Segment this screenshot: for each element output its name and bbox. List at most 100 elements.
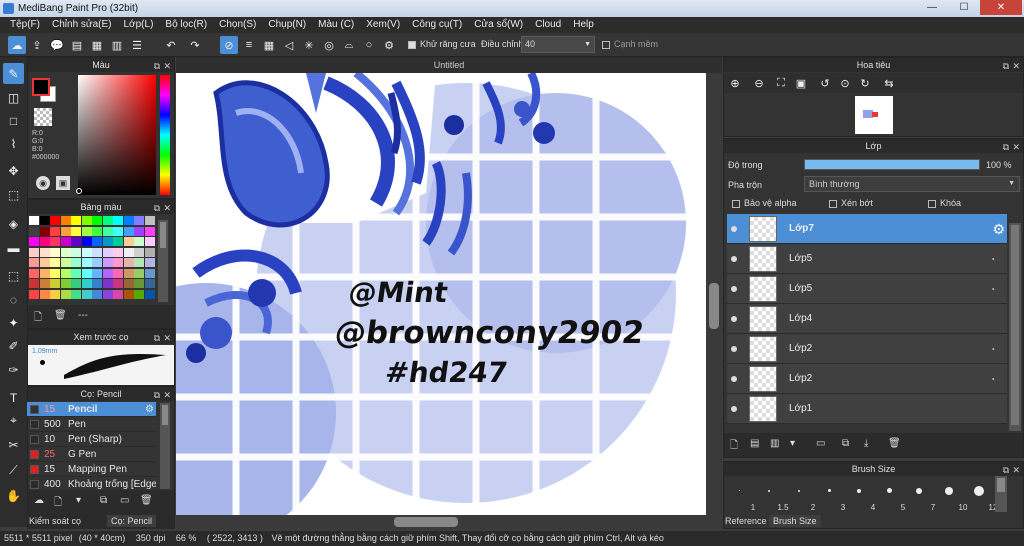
color-swatch[interactable] [29,279,39,288]
close-icon[interactable]: ✕ [163,331,171,345]
color-swatch[interactable] [113,237,123,246]
new-layer-icon[interactable]: 🗋 [730,438,738,455]
fill-tool-icon[interactable]: ◈ [3,213,24,234]
cross-snap-icon[interactable]: ▦ [260,36,278,54]
undo-icon[interactable]: ↶ [162,36,180,54]
color-swatch[interactable] [144,258,155,267]
color-swatch[interactable] [113,216,123,225]
color-swatch[interactable] [71,279,81,288]
brush-item[interactable]: 15 Pencil ⚙ [27,402,156,417]
menu-color[interactable]: Màu (C) [312,17,360,33]
minimize-button[interactable]: — [918,0,946,15]
text-tool-icon[interactable]: T [3,387,24,408]
color-swatch[interactable] [71,226,81,236]
redo-icon[interactable]: ↷ [186,36,204,54]
move-tool-icon[interactable]: ✥ [3,160,24,181]
palette-icon[interactable]: ◉ [36,176,50,190]
color-swatch[interactable] [102,216,113,225]
folder-icon[interactable]: ▭ [816,438,825,449]
color-swatch[interactable] [29,289,39,299]
visibility-icon[interactable] [731,316,737,322]
tab-brush[interactable]: Cọ: Pencil [107,515,157,527]
color-swatch[interactable] [113,226,123,236]
color-swatch[interactable] [92,216,102,225]
color-swatch[interactable] [29,216,39,225]
zoom-in-icon[interactable]: ⊕ [726,74,744,92]
foreground-color[interactable] [32,78,50,96]
settings-icon[interactable]: ⚙ [380,36,398,54]
close-icon[interactable]: ✕ [1012,463,1020,477]
layers-scrollbar[interactable] [1009,223,1021,431]
color-swatch[interactable] [60,279,71,288]
curve-snap-icon[interactable]: ⌓ [340,36,358,54]
soft-edge-checkbox[interactable] [602,40,610,49]
circle-snap-icon[interactable]: ○ [360,36,378,54]
select-eraser-icon[interactable]: ✑ [3,359,24,380]
merge-down-icon[interactable]: ⤓ [864,438,868,449]
menu-view[interactable]: Xem(V) [360,17,406,33]
color-swatch[interactable] [113,247,123,257]
color-swatch[interactable] [102,279,113,288]
color-swatch[interactable] [92,289,102,299]
duplicate-icon[interactable]: ⧉ [842,438,849,449]
new-halftone-layer-icon[interactable]: ▤ [750,438,759,449]
fit-icon[interactable]: ⛶ [772,74,790,92]
color-swatch[interactable] [50,289,60,299]
trash-icon[interactable]: 🗑 [54,310,67,321]
eyedropper-tool-icon[interactable]: ⟋ [3,460,24,481]
color-swatch[interactable] [29,247,39,257]
color-swatch[interactable] [81,289,92,299]
layer-row[interactable]: Lớp2 ◔ [727,364,1007,394]
color-swatch[interactable] [113,289,123,299]
color-swatch[interactable] [39,258,50,267]
color-swatch[interactable] [144,237,155,246]
color-swatch[interactable] [123,258,134,267]
close-icon[interactable]: ✕ [1012,140,1020,154]
lasso-tool-icon[interactable]: ◌ [3,289,24,310]
tab-brush-size[interactable]: Brush Size [769,515,821,527]
color-swatch[interactable] [60,237,71,246]
transparent-color[interactable] [34,108,52,126]
color-swatch[interactable] [71,237,81,246]
close-icon[interactable]: ✕ [1012,59,1020,73]
parallel-snap-icon[interactable]: ≡ [240,36,258,54]
magic-wand-icon[interactable]: ✦ [3,312,24,333]
saturation-picker[interactable] [78,75,156,195]
color-swatch[interactable] [102,226,113,236]
layer-menu-icon[interactable]: ▾ [790,438,795,449]
trash-icon[interactable]: 🗑 [888,438,901,449]
brush-size-option[interactable]: 10 [935,474,967,514]
color-swatch[interactable] [81,226,92,236]
close-icon[interactable]: ✕ [163,388,171,402]
menu-filter[interactable]: Bộ lọc(R) [159,17,213,33]
color-swatch[interactable] [123,289,134,299]
flip-icon[interactable]: ⇆ [880,74,898,92]
divide-tool-icon[interactable]: ✂ [3,434,24,455]
color-swatch[interactable] [144,279,155,288]
brush-size-option[interactable]: 4 [845,474,875,514]
color-swatch[interactable] [102,268,113,278]
color-swatch[interactable] [71,258,81,267]
close-button[interactable]: ✕ [980,0,1022,15]
clipping-option[interactable]: Xén bớt [829,198,873,208]
cloud-brush-icon[interactable]: ☁ [34,495,44,506]
popout-icon[interactable]: ⧉ [154,331,160,345]
visibility-icon[interactable] [731,286,737,292]
select-pen-icon[interactable]: ✐ [3,335,24,356]
opacity-slider[interactable] [804,159,980,170]
copy-icon[interactable]: ⧉ [100,495,107,506]
brush-size-option[interactable]: 3 [815,474,845,514]
brush-size-option[interactable]: 1.5 [755,474,789,514]
color-swatch[interactable] [113,268,123,278]
brush-size-option[interactable]: 12 [965,474,997,514]
share-icon[interactable]: ⇪ [28,36,46,54]
grid-icon[interactable]: ▥ [108,36,126,54]
color-swatch[interactable] [134,289,144,299]
color-swatch[interactable] [134,216,144,225]
color-swatch[interactable] [29,268,39,278]
color-swatch[interactable] [113,258,123,267]
color-swatch[interactable] [81,279,92,288]
color-swatch[interactable] [92,226,102,236]
color-swatch[interactable] [39,247,50,257]
add-palette-icon[interactable]: 🗋 [34,310,42,327]
